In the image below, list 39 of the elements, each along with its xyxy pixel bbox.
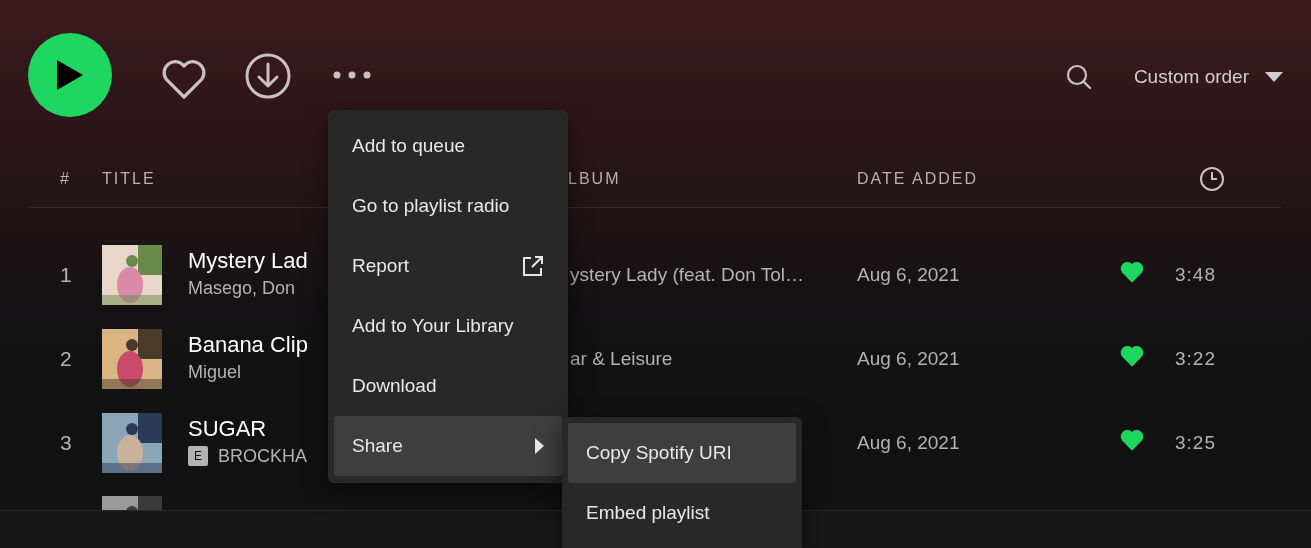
- menu-item[interactable]: Download: [334, 356, 562, 416]
- clock-icon: [1199, 165, 1225, 192]
- menu-item[interactable]: Share: [334, 416, 562, 476]
- date-added: Aug 6, 2021: [857, 263, 960, 285]
- track-duration: 3:48: [1175, 263, 1216, 285]
- track-artist[interactable]: Miguel: [188, 358, 242, 386]
- column-header[interactable]: LBUM: [568, 169, 621, 187]
- number-header[interactable]: #: [60, 169, 71, 187]
- track-number: 3: [59, 430, 73, 457]
- menu-item[interactable]: Copy Spotify URI: [568, 423, 796, 483]
- menu-item[interactable]: Go to playlist radio: [334, 176, 562, 236]
- download-icon[interactable]: [245, 53, 291, 99]
- column-header[interactable]: TITLE: [102, 169, 156, 187]
- menu-item[interactable]: Embed playlist: [568, 483, 796, 543]
- track-artist[interactable]: Masego, Don: [188, 274, 296, 302]
- play-icon: [55, 58, 85, 92]
- sort-dropdown[interactable]: Custom order: [1133, 63, 1283, 92]
- track-duration: 3:25: [1175, 431, 1216, 453]
- date-added: Aug 6, 2021: [857, 431, 960, 453]
- more-icon[interactable]: [333, 71, 373, 79]
- track-number: 1: [59, 262, 73, 289]
- date-added: Aug 6, 2021: [857, 347, 960, 369]
- menu-item[interactable]: Report: [334, 236, 562, 296]
- search-icon[interactable]: [1065, 64, 1092, 91]
- track-title: SUGAR: [188, 416, 267, 442]
- track-title: Banana Clip: [188, 332, 308, 358]
- menu-item[interactable]: Add to Your Library: [334, 296, 562, 356]
- explicit-badge: E: [188, 446, 208, 467]
- track-number: 2: [59, 346, 73, 373]
- caret-icon: [1265, 72, 1283, 83]
- album-name[interactable]: ystery Lady (feat. Don Tol…: [570, 263, 805, 285]
- track-duration: 3:22: [1175, 347, 1216, 369]
- track-title: Mystery Lad: [188, 248, 308, 274]
- column-header[interactable]: DATE ADDED: [857, 169, 979, 187]
- caret-icon: [534, 438, 544, 454]
- track-artist[interactable]: BROCKHA: [218, 442, 307, 470]
- menu-item[interactable]: Add to queue: [334, 116, 562, 176]
- album-name[interactable]: ar & Leisure: [570, 347, 673, 369]
- external-link-icon: [522, 255, 544, 277]
